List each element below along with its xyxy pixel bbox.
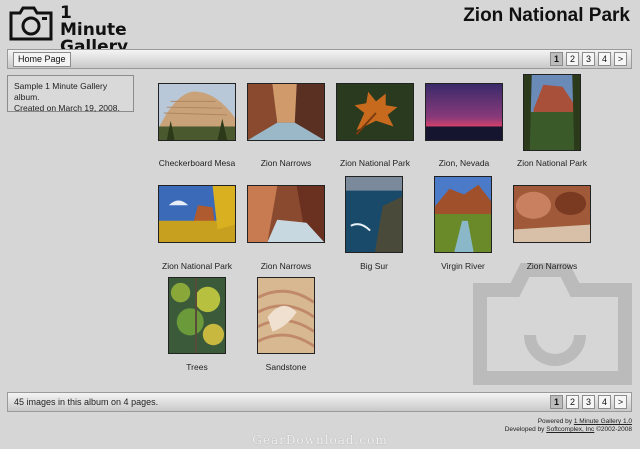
caption-zion-national-park-3: Zion National Park <box>162 261 232 271</box>
thumbnail-zion-narrows-1[interactable] <box>247 83 325 141</box>
thumbnail-zion-narrows-3[interactable] <box>513 185 591 243</box>
page-title: Zion National Park <box>463 5 630 26</box>
thumbnail-trees[interactable] <box>168 277 226 354</box>
logo-line-1: 1 Minute <box>60 3 127 40</box>
copyright-text: ©2002-2008 <box>594 426 632 433</box>
sunset-photo <box>426 84 502 140</box>
next-page-button[interactable]: > <box>614 395 627 409</box>
logo[interactable]: 1 Minute Gallery <box>8 3 128 56</box>
header: 1 Minute Gallery Zion National Park <box>0 0 640 56</box>
caption-zion-narrows-3: Zion Narrows <box>526 261 578 271</box>
thumbnail-sandstone[interactable] <box>257 277 315 354</box>
thumbnail-zion-narrows-2[interactable] <box>247 185 325 243</box>
caption-zion-national-park-2: Zion National Park <box>517 158 587 168</box>
softcomplex-link[interactable]: Softcomplex, Inc <box>546 426 594 433</box>
page-3-button[interactable]: 3 <box>582 395 595 409</box>
developed-by-prefix: Developed by <box>504 426 547 433</box>
narrows-river-photo <box>248 186 324 242</box>
caption-virgin-river: Virgin River <box>441 261 485 271</box>
thumbnail-big-sur[interactable] <box>345 176 403 253</box>
caption-zion-nevada: Zion, Nevada <box>438 158 490 168</box>
coast-photo <box>346 177 402 252</box>
caption-zion-narrows-1: Zion Narrows <box>260 158 312 168</box>
sandstone-photo <box>258 278 314 353</box>
next-page-button[interactable]: > <box>614 52 627 66</box>
autumn-cliff-photo <box>159 186 235 242</box>
canyon-photo <box>524 75 580 150</box>
image-count-text: 45 images in this album on 4 pages. <box>14 397 159 407</box>
top-pager: 1 2 3 4 > <box>550 52 627 66</box>
page-4-button[interactable]: 4 <box>598 395 611 409</box>
zion-narrows-photo <box>248 84 324 140</box>
caption-zion-national-park-1: Zion National Park <box>340 158 410 168</box>
page-3-button[interactable]: 3 <box>582 52 595 66</box>
thumbnail-zion-nevada[interactable] <box>425 83 503 141</box>
gallery-link[interactable]: 1 Minute Gallery 1.0 <box>574 418 632 425</box>
powered-by-prefix: Powered by <box>537 418 574 425</box>
camera-logo-icon <box>9 6 53 41</box>
page-1-button[interactable]: 1 <box>550 395 563 409</box>
caption-trees: Trees <box>186 362 208 372</box>
caption-sandstone: Sandstone <box>265 362 307 372</box>
page-1-button[interactable]: 1 <box>550 52 563 66</box>
site-watermark: GearDownload.com <box>252 433 388 447</box>
thumbnail-virgin-river[interactable] <box>434 176 492 253</box>
autumn-leaf-photo <box>337 84 413 140</box>
caption-zion-narrows-2: Zion Narrows <box>260 261 312 271</box>
powered-by-line: Powered by 1 Minute Gallery 1.0 <box>505 418 632 426</box>
trees-photo <box>169 278 225 353</box>
caption-big-sur: Big Sur <box>360 261 388 271</box>
page-2-button[interactable]: 2 <box>566 52 579 66</box>
home-page-button[interactable]: Home Page <box>13 52 71 67</box>
description-line-1: Sample 1 Minute Gallery album. <box>14 81 108 102</box>
album-description: Sample 1 Minute Gallery album. Created o… <box>7 75 134 113</box>
camera-watermark-icon <box>473 263 632 385</box>
footer: Powered by 1 Minute Gallery 1.0 Develope… <box>505 418 632 434</box>
thumbnail-zion-national-park-3[interactable] <box>158 185 236 243</box>
bottom-pager: 1 2 3 4 > <box>550 395 627 409</box>
thumbnail-checkerboard-mesa[interactable] <box>158 83 236 141</box>
checkerboard-mesa-photo <box>159 84 235 140</box>
bottom-navbar: 45 images in this album on 4 pages. 1 2 … <box>7 392 632 412</box>
page-4-button[interactable]: 4 <box>598 52 611 66</box>
top-navbar: Home Page 1 2 3 4 > <box>7 49 632 69</box>
caption-checkerboard-mesa: Checkerboard Mesa <box>158 158 236 168</box>
thumbnail-zion-national-park-1[interactable] <box>336 83 414 141</box>
thumbnail-zion-national-park-2[interactable] <box>523 74 581 151</box>
sandstone-narrows-photo <box>514 186 590 242</box>
description-line-2: Created on March 19, 2008. <box>14 103 120 113</box>
river-valley-photo <box>435 177 491 252</box>
page-2-button[interactable]: 2 <box>566 395 579 409</box>
